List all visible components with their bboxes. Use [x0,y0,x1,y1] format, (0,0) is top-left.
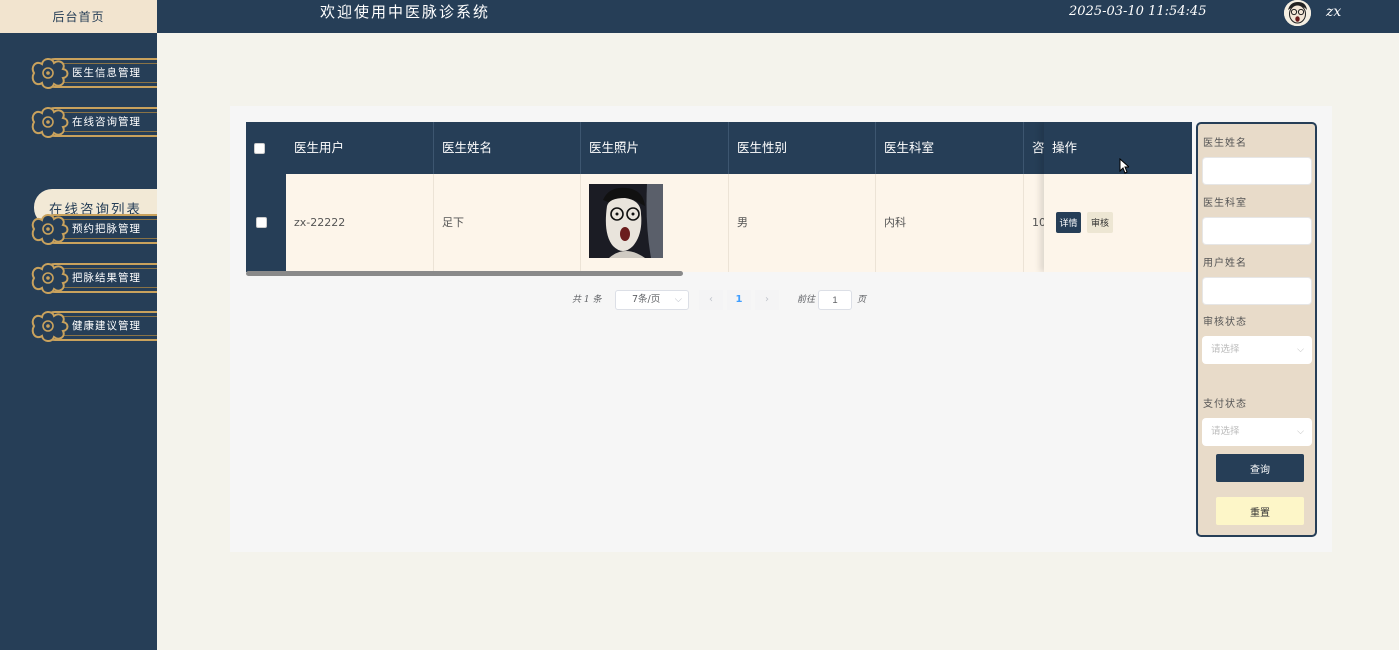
next-page-button[interactable]: › [755,290,779,310]
site-title: 欢迎使用中医脉诊系统 [320,3,491,21]
operation-column: 操作 详情 审核 [1044,122,1192,272]
total-count: 共 1 条 [572,295,602,305]
sidebar-item-label: 医生信息管理 [72,67,141,79]
sidebar-item-label: 预约把脉管理 [72,223,141,235]
select-all-checkbox[interactable] [254,143,265,154]
prev-page-button[interactable]: ‹ [699,290,723,310]
reset-button[interactable]: 重置 [1216,497,1304,525]
sidebar-item-pulse-appointment[interactable]: 预约把脉管理 [28,210,157,248]
column-header: 操作 [1044,122,1192,174]
column-header[interactable]: 医生照片 [581,122,729,174]
doctor-dept-input[interactable] [1202,217,1312,245]
doctor-name-input[interactable] [1202,157,1312,185]
cell-doctor-user: zx-22222 [286,174,434,272]
goto-page-input[interactable] [818,290,852,310]
chevron-left-icon: ‹ [709,294,713,305]
sidebar: 医生信息管理 在线咨询管理 在线咨询列表 预约把脉管理 把脉结果管理 健康建议管… [0,33,157,650]
column-header[interactable]: 医生姓名 [434,122,581,174]
doctor-name-label: 医生姓名 [1203,138,1247,149]
detail-button[interactable]: 详情 [1056,212,1081,233]
goto-label: 前往 [797,295,816,305]
sidebar-item-label: 把脉结果管理 [72,272,141,284]
chevron-down-icon: ⌵ [1297,345,1304,355]
row-checkbox[interactable] [256,217,267,228]
doctor-dept-label: 医生科室 [1203,198,1247,209]
sidebar-item-label: 在线咨询管理 [72,116,141,128]
chevron-right-icon: › [765,294,769,305]
cloud-ornament-icon [31,263,69,294]
consult-table: 医生用户 医生姓名 医生照片 医生性别 医生科室 咨 zx-22222 足下 男… [246,122,1192,272]
search-panel: 医生姓名 医生科室 用户姓名 审核状态 请选择 ⌵ 支付状态 请选择 ⌵ 查询 … [1196,122,1317,537]
column-header[interactable]: 医生用户 [286,122,434,174]
top-header: 后台首页 欢迎使用中医脉诊系统 2025-03-10 11:54:45 zx [0,0,1399,33]
cloud-ornament-icon [31,107,69,138]
user-avatar[interactable] [1284,0,1311,26]
page-suffix: 页 [857,295,867,305]
horizontal-scrollbar[interactable] [246,271,683,276]
sidebar-item-doctor-info[interactable]: 医生信息管理 [28,54,157,92]
username[interactable]: zx [1326,0,1341,24]
user-name-label: 用户姓名 [1203,258,1247,269]
query-button[interactable]: 查询 [1216,454,1304,482]
cell-doctor-name: 足下 [434,174,581,272]
pay-status-label: 支付状态 [1203,399,1247,410]
pay-status-select[interactable]: 请选择 ⌵ [1202,418,1312,446]
audit-status-label: 审核状态 [1203,317,1247,328]
page-size-select[interactable]: 7条/页 ⌵ [615,290,689,310]
cell-doctor-gender: 男 [729,174,876,272]
chevron-down-icon: ⌵ [1297,427,1304,437]
cloud-ornament-icon [31,214,69,245]
cloud-ornament-icon [31,58,69,89]
doctor-photo[interactable] [589,184,663,258]
page-number[interactable]: 1 [727,290,751,310]
chevron-down-icon: ⌵ [674,294,682,305]
audit-status-select[interactable]: 请选择 ⌵ [1202,336,1312,364]
sidebar-item-health-advice[interactable]: 健康建议管理 [28,307,157,345]
mouse-cursor-icon [1119,158,1129,174]
audit-button[interactable]: 审核 [1087,212,1113,233]
current-datetime: 2025-03-10 11:54:45 [1069,4,1207,19]
sidebar-item-pulse-result[interactable]: 把脉结果管理 [28,259,157,297]
sidebar-item-label: 健康建议管理 [72,320,141,332]
cell-doctor-dept: 内科 [876,174,1024,272]
avatar-face-icon [1284,0,1311,26]
user-name-input[interactable] [1202,277,1312,305]
home-tab[interactable]: 后台首页 [0,0,157,33]
doctor-portrait-icon [589,184,663,258]
column-header[interactable]: 医生性别 [729,122,876,174]
column-header[interactable]: 医生科室 [876,122,1024,174]
cloud-ornament-icon [31,311,69,342]
sidebar-item-online-consult[interactable]: 在线咨询管理 [28,103,157,141]
